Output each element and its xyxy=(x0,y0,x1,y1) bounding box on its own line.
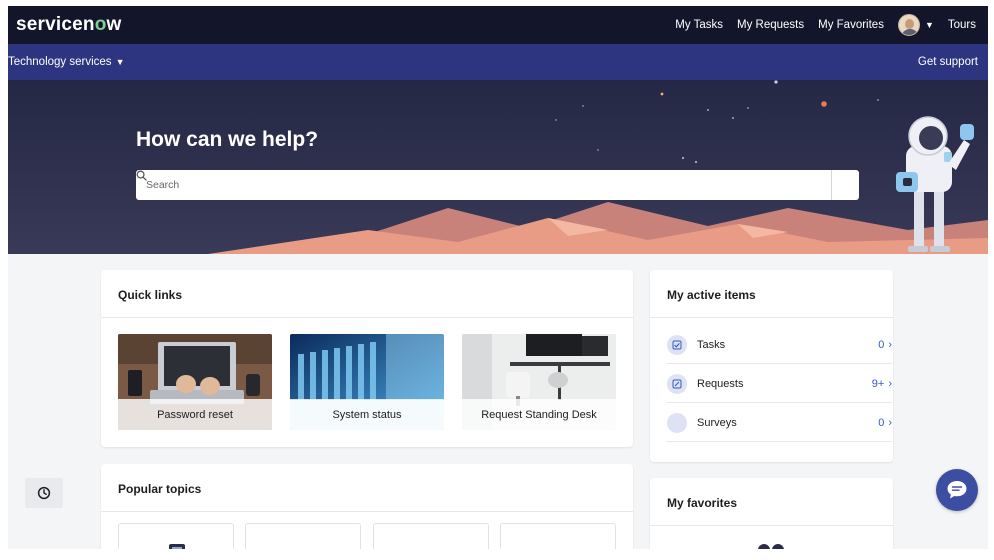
request-standing-desk-label: Request Standing Desk xyxy=(462,399,616,430)
envelope-icon xyxy=(501,524,617,549)
tablet-icon xyxy=(169,544,185,549)
chat-button[interactable] xyxy=(936,469,978,511)
hero-banner: How can we help? xyxy=(8,80,988,254)
history-button[interactable] xyxy=(25,478,63,508)
active-items-card: My active items Tasks 0 › Requests 9+ › … xyxy=(650,270,893,462)
active-item-surveys[interactable]: Surveys 0 › xyxy=(667,404,892,442)
popular-topics-title: Popular topics xyxy=(118,482,202,496)
search-button[interactable] xyxy=(136,170,859,200)
active-item-tasks[interactable]: Tasks 0 › xyxy=(667,326,892,364)
edit-icon xyxy=(667,373,687,394)
top-nav-links: My Tasks My Requests My Favorites ▼ Tour… xyxy=(661,6,988,44)
servicenow-logo[interactable]: servicenow xyxy=(16,14,122,36)
portal-frame: servicenow My Tasks My Requests My Favor… xyxy=(8,6,988,549)
search-icon xyxy=(136,170,147,181)
favorites-placeholder-icon xyxy=(758,544,784,549)
quick-links-card: Quick links Password reset System status… xyxy=(101,270,633,447)
my-requests-link[interactable]: My Requests xyxy=(737,19,804,31)
magnifier-icon xyxy=(374,524,490,549)
password-reset-label: Password reset xyxy=(118,399,272,430)
password-reset-tile[interactable]: Password reset xyxy=(118,334,272,430)
chat-bubble-icon xyxy=(947,481,967,499)
system-status-tile[interactable]: System status xyxy=(290,334,444,430)
surveys-count: 0 xyxy=(878,416,885,429)
my-tasks-link[interactable]: My Tasks xyxy=(675,19,723,31)
user-menu-caret-icon[interactable]: ▼ xyxy=(925,20,934,30)
search-bar xyxy=(136,170,859,200)
active-items-title: My active items xyxy=(667,288,756,302)
quick-links-title: Quick links xyxy=(118,288,183,302)
hero-title: How can we help? xyxy=(136,128,319,151)
clock-icon xyxy=(37,486,51,500)
technology-services-menu[interactable]: Technology services ▼ xyxy=(8,56,124,68)
topic-tile[interactable] xyxy=(245,523,361,549)
chevron-down-icon: ▼ xyxy=(115,57,125,67)
my-favorites-link[interactable]: My Favorites xyxy=(818,19,884,31)
get-support-link[interactable]: Get support xyxy=(918,56,978,68)
hero-illustration xyxy=(208,80,988,254)
topic-tile[interactable] xyxy=(500,523,616,549)
topic-tile[interactable] xyxy=(373,523,489,549)
active-item-requests[interactable]: Requests 9+ › xyxy=(667,365,892,403)
topic-tile[interactable] xyxy=(118,523,234,549)
system-status-label: System status xyxy=(290,399,444,430)
chevron-right-icon: › xyxy=(888,377,892,390)
survey-icon xyxy=(667,412,687,433)
tasks-count: 0 xyxy=(878,338,885,351)
stars-decoration xyxy=(555,80,879,163)
secondary-navigation: Technology services ▼ Get support xyxy=(8,44,988,80)
requests-count: 9+ xyxy=(871,377,885,390)
favorites-card: My favorites xyxy=(650,478,893,549)
chevron-right-icon: › xyxy=(888,338,892,351)
tours-link[interactable]: Tours xyxy=(948,19,976,31)
search-input[interactable] xyxy=(136,170,831,200)
request-standing-desk-tile[interactable]: Request Standing Desk xyxy=(462,334,616,430)
user-avatar[interactable] xyxy=(897,14,920,36)
top-navigation: servicenow My Tasks My Requests My Favor… xyxy=(8,6,988,44)
check-icon xyxy=(667,334,687,355)
chevron-right-icon: › xyxy=(888,416,892,429)
